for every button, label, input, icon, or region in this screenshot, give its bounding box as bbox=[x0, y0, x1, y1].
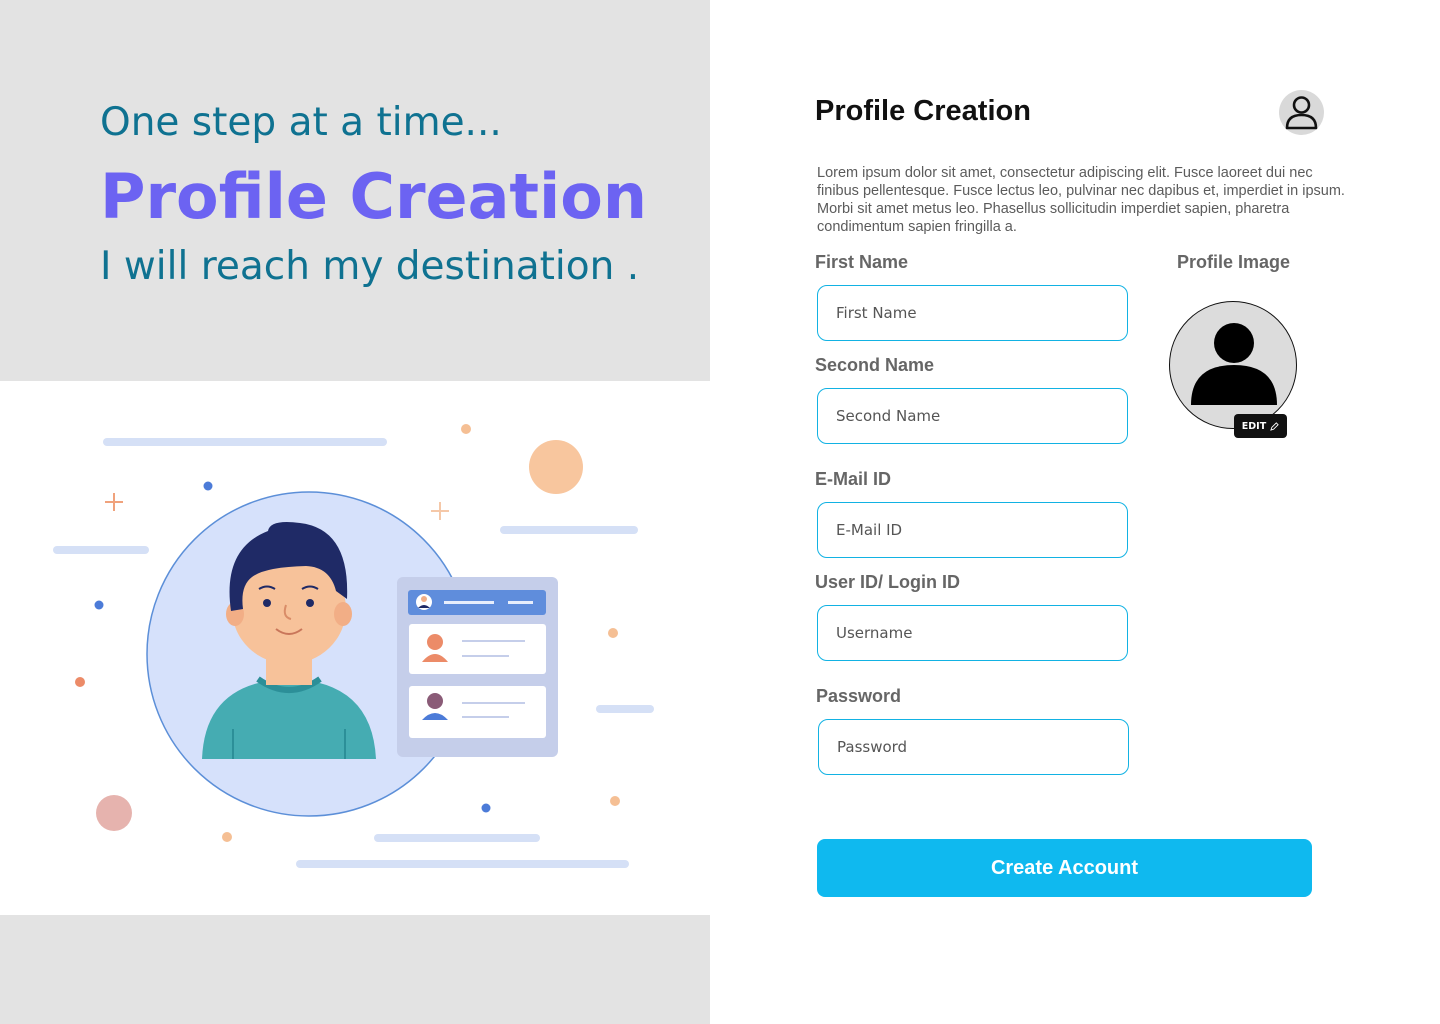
deco-dot bbox=[222, 832, 232, 842]
email-label: E-Mail ID bbox=[815, 469, 892, 489]
deco-plus bbox=[105, 493, 123, 511]
deco-dot bbox=[94, 600, 104, 610]
deco-line bbox=[374, 834, 540, 842]
deco-dot bbox=[481, 803, 491, 813]
deco-line bbox=[500, 526, 638, 534]
deco-dot bbox=[461, 424, 471, 434]
illustration-svg bbox=[53, 424, 654, 868]
second-name-input[interactable] bbox=[817, 388, 1128, 444]
first-name-label: First Name bbox=[815, 252, 909, 272]
hero-subline: I will reach my destination . bbox=[100, 244, 640, 289]
create-account-button[interactable]: Create Account bbox=[817, 839, 1312, 897]
hero-title: Profile Creation bbox=[100, 160, 648, 233]
password-label: Password bbox=[816, 686, 902, 706]
deco-line bbox=[296, 860, 629, 868]
deco-dot bbox=[610, 796, 620, 806]
deco-line bbox=[103, 438, 387, 446]
deco-dot bbox=[203, 481, 213, 491]
edit-profile-image-button[interactable]: EDIT bbox=[1234, 414, 1287, 438]
form-title: Profile Creation bbox=[815, 95, 1031, 127]
profile-image-preview[interactable] bbox=[1169, 301, 1297, 429]
user-avatar-icon[interactable] bbox=[1279, 90, 1324, 135]
deco-line bbox=[596, 705, 654, 713]
profile-illustration bbox=[0, 381, 710, 915]
deco-circle bbox=[96, 795, 132, 831]
password-input[interactable] bbox=[818, 719, 1129, 775]
left-panel: One step at a time... Profile Creation I… bbox=[0, 0, 710, 1024]
pencil-icon bbox=[1270, 421, 1279, 431]
deco-plus bbox=[431, 502, 449, 520]
deco-line bbox=[53, 546, 149, 554]
first-name-input[interactable] bbox=[817, 285, 1128, 341]
deco-dot bbox=[75, 677, 85, 687]
deco-dot bbox=[608, 628, 618, 638]
second-name-label: Second Name bbox=[815, 355, 935, 375]
profile-card bbox=[397, 577, 558, 757]
profile-image-label: Profile Image bbox=[1177, 252, 1291, 272]
edit-label: EDIT bbox=[1241, 420, 1267, 432]
deco-circle bbox=[529, 440, 583, 494]
username-input[interactable] bbox=[817, 605, 1128, 661]
form-description: Lorem ipsum dolor sit amet, consectetur … bbox=[817, 165, 1345, 235]
hero-tagline: One step at a time... bbox=[100, 100, 502, 145]
username-label: User ID/ Login ID bbox=[815, 572, 961, 592]
email-input[interactable] bbox=[817, 502, 1128, 558]
person-silhouette-icon bbox=[1191, 323, 1277, 405]
